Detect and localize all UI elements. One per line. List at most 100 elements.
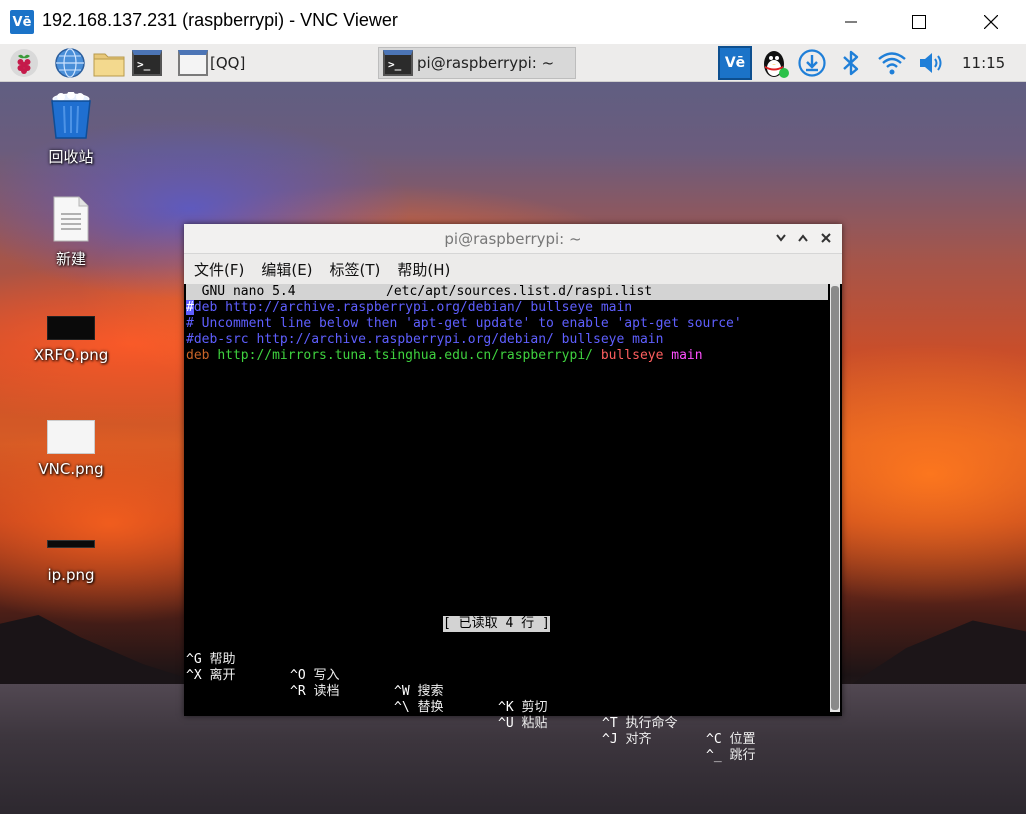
chevron-up-icon xyxy=(798,234,808,242)
shortcut-key: ^X xyxy=(186,668,202,683)
repo-suite: bullseye xyxy=(600,348,664,363)
shortcut-key: ^W xyxy=(394,684,410,699)
menu-file[interactable]: 文件(F) xyxy=(194,259,244,280)
shortcut-go-to-line[interactable]: ^_ 跳行 xyxy=(706,748,756,764)
wifi-icon xyxy=(878,52,906,75)
shortcut-desc: 离开 xyxy=(209,668,236,683)
editor-line-4[interactable]: deb http://mirrors.tuna.tsinghua.edu.cn/… xyxy=(186,348,703,364)
shortcut-cut[interactable]: ^K 剪切 xyxy=(498,700,548,716)
shortcut-exit[interactable]: ^X 离开 xyxy=(186,668,236,684)
scrollbar-thumb[interactable] xyxy=(831,286,839,710)
shortcut-key: ^\ xyxy=(394,700,410,715)
terminal-scrollbar[interactable] xyxy=(830,284,840,712)
updater-tray-button[interactable] xyxy=(797,47,827,79)
qq-tray-button[interactable] xyxy=(760,47,790,79)
download-icon xyxy=(798,49,826,77)
globe-icon xyxy=(55,48,85,78)
desktop-icon-xrfq-png[interactable]: XRFQ.png xyxy=(16,316,126,364)
editor-line-1[interactable]: #deb http://archive.raspberrypi.org/debi… xyxy=(186,300,632,316)
shortcut-key: ^K xyxy=(498,700,514,715)
menu-tabs[interactable]: 标签(T) xyxy=(330,259,381,280)
maximize-icon xyxy=(912,15,926,29)
shortcut-execute[interactable]: ^T 执行命令 xyxy=(602,716,678,732)
volume-tray-button[interactable] xyxy=(916,47,948,79)
desktop-icon-vnc-png[interactable]: VNC.png xyxy=(16,420,126,478)
image-thumbnail-icon xyxy=(47,316,95,340)
terminal-icon: >_ xyxy=(383,50,413,76)
vnc-viewer-app-icon: Vē xyxy=(10,10,34,34)
file-manager-launcher[interactable] xyxy=(92,47,126,79)
deb-keyword: deb xyxy=(186,348,210,363)
window-title: 192.168.137.231 (raspberrypi) - VNC View… xyxy=(42,10,398,30)
maximize-button[interactable] xyxy=(890,0,948,44)
shortcut-desc: 读档 xyxy=(313,684,340,699)
desktop-icon-trash[interactable]: 回收站 xyxy=(16,92,126,167)
chevron-down-icon xyxy=(776,234,786,242)
menu-edit[interactable]: 编辑(E) xyxy=(261,259,312,280)
terminal-close-button[interactable] xyxy=(816,228,836,248)
nano-shortcuts-row-2: ^X 离开 ^R 读档 ^\ 替换 ^U 粘贴 ^J 对齐 ^_ 跳行 xyxy=(186,652,828,763)
bluetooth-tray-button[interactable] xyxy=(838,47,864,79)
vnc-server-tray-icon[interactable]: Vē xyxy=(718,46,752,80)
clock[interactable]: 11:15 xyxy=(962,54,1005,72)
terminal-menubar: 文件(F) 编辑(E) 标签(T) 帮助(H) xyxy=(184,254,842,284)
shortcut-desc: 位置 xyxy=(729,732,756,747)
desktop-icon-label: VNC.png xyxy=(38,460,104,478)
document-icon xyxy=(53,196,89,242)
close-button[interactable] xyxy=(962,0,1020,44)
comment-text: #deb-src http://archive.raspberrypi.org/… xyxy=(186,332,664,347)
folder-icon xyxy=(93,53,125,77)
editor-line-2[interactable]: # Uncomment line below then 'apt-get upd… xyxy=(186,316,742,332)
desktop-icon-label: 回收站 xyxy=(48,148,94,166)
minimize-button[interactable] xyxy=(822,0,880,44)
taskbar-item-label: pi@raspberrypi: ~ xyxy=(417,54,555,72)
terminal-minimize-button[interactable] xyxy=(771,228,791,248)
nano-editor-screen[interactable]: GNU nano 5.4/etc/apt/sources.list.d/rasp… xyxy=(186,284,828,763)
repo-component: main xyxy=(671,348,703,363)
desktop-icon-label: ip.png xyxy=(47,566,95,584)
menu-help[interactable]: 帮助(H) xyxy=(397,259,450,280)
comment-text: # Uncomment line below then 'apt-get upd… xyxy=(186,316,742,331)
shortcut-read-file[interactable]: ^R 读档 xyxy=(290,684,340,700)
terminal-launcher[interactable]: >_ xyxy=(132,47,162,79)
desktop-icon-label: XRFQ.png xyxy=(33,346,109,364)
terminal-maximize-button[interactable] xyxy=(793,228,813,248)
editor-line-3[interactable]: #deb-src http://archive.raspberrypi.org/… xyxy=(186,332,663,348)
shortcut-key: ^J xyxy=(602,732,618,747)
terminal-titlebar[interactable]: pi@raspberrypi: ~ xyxy=(184,224,842,254)
shortcut-paste[interactable]: ^U 粘贴 xyxy=(498,716,548,732)
trash-icon xyxy=(51,92,91,139)
desktop-icon-new-file[interactable]: 新建 xyxy=(16,196,126,269)
text-cursor: # xyxy=(186,300,194,315)
shortcut-desc: 写入 xyxy=(313,668,340,683)
shortcut-desc: 执行命令 xyxy=(625,716,678,731)
shortcut-desc: 搜索 xyxy=(417,684,444,699)
vnc-viewer-titlebar[interactable]: Vē 192.168.137.231 (raspberrypi) - VNC V… xyxy=(0,0,1026,44)
shortcut-key: ^U xyxy=(498,716,514,731)
shortcut-justify[interactable]: ^J 对齐 xyxy=(602,732,652,748)
raspberry-icon xyxy=(10,49,38,77)
shortcut-replace[interactable]: ^\ 替换 xyxy=(394,700,444,716)
nano-version: GNU nano 5.4 xyxy=(186,284,296,299)
wifi-tray-button[interactable] xyxy=(876,47,908,79)
taskbar-item-terminal[interactable]: >_ pi@raspberrypi: ~ xyxy=(378,47,576,79)
desktop-icon-ip-png[interactable]: ip.png xyxy=(16,540,126,584)
raspberry-menu-button[interactable] xyxy=(8,47,40,79)
nano-shortcuts-row-1: ^G 帮助 ^O 写入 ^W 搜索 ^K 剪切 ^T 执行命令 ^C 位置 xyxy=(186,636,828,747)
desktop-icon-label: 新建 xyxy=(55,250,86,268)
shortcut-desc: 对齐 xyxy=(625,732,652,747)
nano-status-message: [ 已读取 4 行 ] xyxy=(443,616,550,632)
remote-desktop[interactable]: >_ [QQ] >_ pi@raspberrypi: ~ Vē 11:15 回收… xyxy=(0,44,1026,814)
shortcut-desc: 替换 xyxy=(417,700,444,715)
shortcut-key: ^O xyxy=(290,668,306,683)
shortcut-search[interactable]: ^W 搜索 xyxy=(394,684,444,700)
qq-penguin-icon xyxy=(764,51,789,78)
shortcut-key: ^R xyxy=(290,684,306,699)
terminal-window[interactable]: pi@raspberrypi: ~ 文件(F) 编辑(E) 标签(T) 帮助(H… xyxy=(184,224,842,763)
browser-launcher[interactable] xyxy=(54,47,86,79)
terminal-icon: >_ xyxy=(132,50,162,76)
shortcut-location[interactable]: ^C 位置 xyxy=(706,732,756,748)
shortcut-write[interactable]: ^O 写入 xyxy=(290,668,340,684)
speaker-icon xyxy=(920,53,942,73)
taskbar-item-qq[interactable]: [QQ] xyxy=(178,47,245,79)
